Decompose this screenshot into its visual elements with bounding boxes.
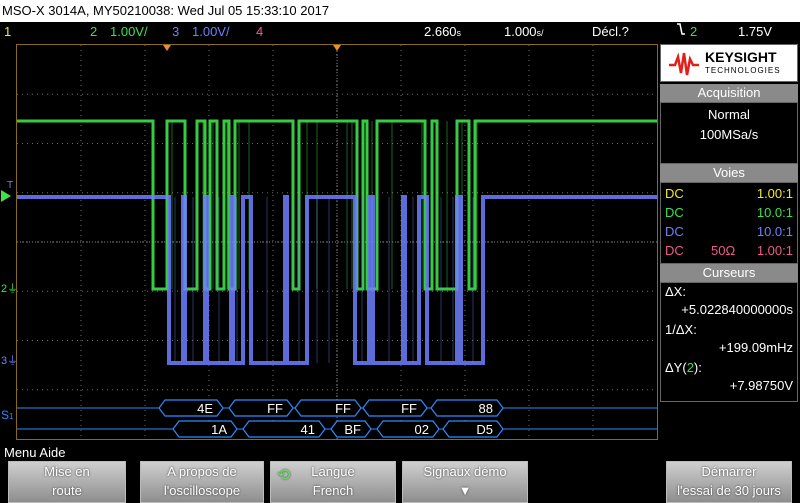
serial-decode-bus: 4E FF FF FF 88 1A 41 BF 02 D5	[17, 399, 657, 438]
dy-value: +7.98750V	[729, 378, 793, 393]
horizontal-position[interactable]: 2.660s	[424, 22, 461, 43]
bus-packet	[376, 420, 440, 438]
brand-sub: TECHNOLOGIES	[705, 66, 781, 75]
softkey-menu: Menu Aide Mise en route A propos de l'osci…	[0, 441, 800, 503]
ch1-number[interactable]: 1	[4, 22, 11, 42]
keysight-logo: KEYSIGHT TECHNOLOGIES	[660, 44, 798, 82]
decode-byte-row1: 4E	[197, 401, 213, 416]
softkey-power-on[interactable]: Mise en route	[8, 461, 126, 503]
decode-byte-row1: FF	[401, 401, 417, 416]
ch2-trigger-arrow-icon	[1, 190, 11, 202]
decode-byte-row2: 02	[415, 422, 429, 437]
trigger-channel[interactable]: 2	[690, 22, 697, 42]
trigger-mode[interactable]: Décl.?	[592, 22, 629, 42]
bus-packet	[442, 420, 504, 438]
ch2-scale[interactable]: 1.00V/	[110, 22, 148, 42]
decode-byte-row1: FF	[335, 401, 351, 416]
dx-label: ΔX:	[665, 284, 686, 299]
decode-byte-row1: 88	[479, 401, 493, 416]
ch2-number[interactable]: 2	[90, 22, 97, 42]
side-panel: KEYSIGHT TECHNOLOGIES Acquisition Normal…	[660, 42, 800, 440]
brand-name: KEYSIGHT	[705, 49, 777, 65]
waveform-display[interactable]: 4E FF FF FF 88 1A 41 BF 02 D5	[16, 44, 658, 440]
cursor-marker-icon	[163, 45, 171, 51]
channel-row: DC 10.0:1	[665, 224, 793, 239]
trigger-level[interactable]: 1.75V	[738, 22, 772, 42]
channel-row: DC 10.0:1	[665, 205, 793, 220]
cursor-marker-icon	[333, 45, 341, 51]
bus-packet	[172, 420, 238, 438]
decode-byte-row2: BF	[344, 422, 361, 437]
decode-byte-row2: D5	[476, 422, 493, 437]
dx-value: +5.022840000000s	[681, 302, 793, 317]
acquisition-mode: Normal	[708, 107, 750, 122]
inv-dx-label: 1/ΔX:	[665, 322, 697, 337]
waveform-canvas: 4E FF FF FF 88 1A 41 BF 02 D5	[17, 45, 657, 439]
serial-bus-marker[interactable]: S1	[1, 408, 13, 422]
voies-panel[interactable]: DC 1.00:1 DC 10.0:1 DC 10.0:1 DC 50Ω 1.00:1	[660, 182, 798, 264]
channel-row: DC 50Ω 1.00:1	[665, 243, 793, 258]
keysight-wave-icon	[669, 52, 699, 76]
bus-packet	[158, 399, 224, 417]
bus-packet	[228, 399, 294, 417]
title-bar: MSO-X 3014A, MY50210038: Wed Jul 05 15:3…	[0, 0, 800, 22]
softkey-start-trial[interactable]: Démarrer l'essai de 30 jours	[666, 461, 792, 503]
ch3-scale[interactable]: 1.00V/	[192, 22, 230, 42]
rotate-knob-icon: ⟲	[277, 467, 291, 484]
decode-byte-row2: 41	[301, 422, 315, 437]
channel-status-bar: 1 2 1.00V/ 3 1.00V/ 4 2.660s 1.000s/ Déc…	[0, 22, 800, 42]
sample-rate: 100MSa/s	[699, 127, 759, 142]
decode-byte-row2: 1A	[211, 422, 227, 437]
softkey-language[interactable]: ⟲ Langue French	[270, 461, 396, 503]
inv-dx-value: +199.09mHz	[718, 340, 793, 355]
cursors-panel[interactable]: ΔX: +5.022840000000s 1/ΔX: +199.09mHz ΔY…	[660, 282, 798, 402]
voies-header: Voies	[660, 164, 798, 182]
softkey-about[interactable]: A propos de l'oscilloscope	[140, 461, 264, 503]
softkey-demo-signals[interactable]: Signaux démo ▼	[402, 461, 528, 503]
horizontal-scale[interactable]: 1.000s/	[504, 22, 544, 43]
cursors-header: Curseurs	[660, 264, 798, 282]
ch4-number[interactable]: 4	[256, 22, 263, 42]
bus-packet	[362, 399, 428, 417]
menu-title: Menu Aide	[4, 445, 66, 460]
bus-packet	[294, 399, 362, 417]
trigger-edge-falling-icon	[676, 22, 686, 42]
submenu-arrow-icon: ▼	[458, 483, 472, 498]
dy-label: ΔY(2):	[665, 360, 702, 375]
window-title: MSO-X 3014A, MY50210038: Wed Jul 05 15:3…	[2, 3, 330, 18]
cursor-markers[interactable]	[163, 45, 341, 51]
acquisition-header: Acquisition	[660, 84, 798, 102]
graticule	[17, 45, 657, 439]
ch3-number[interactable]: 3	[172, 22, 179, 42]
acquisition-panel[interactable]: Normal 100MSa/s	[660, 102, 798, 164]
channel-row: DC 1.00:1	[665, 186, 793, 201]
decode-byte-row1: FF	[267, 401, 283, 416]
